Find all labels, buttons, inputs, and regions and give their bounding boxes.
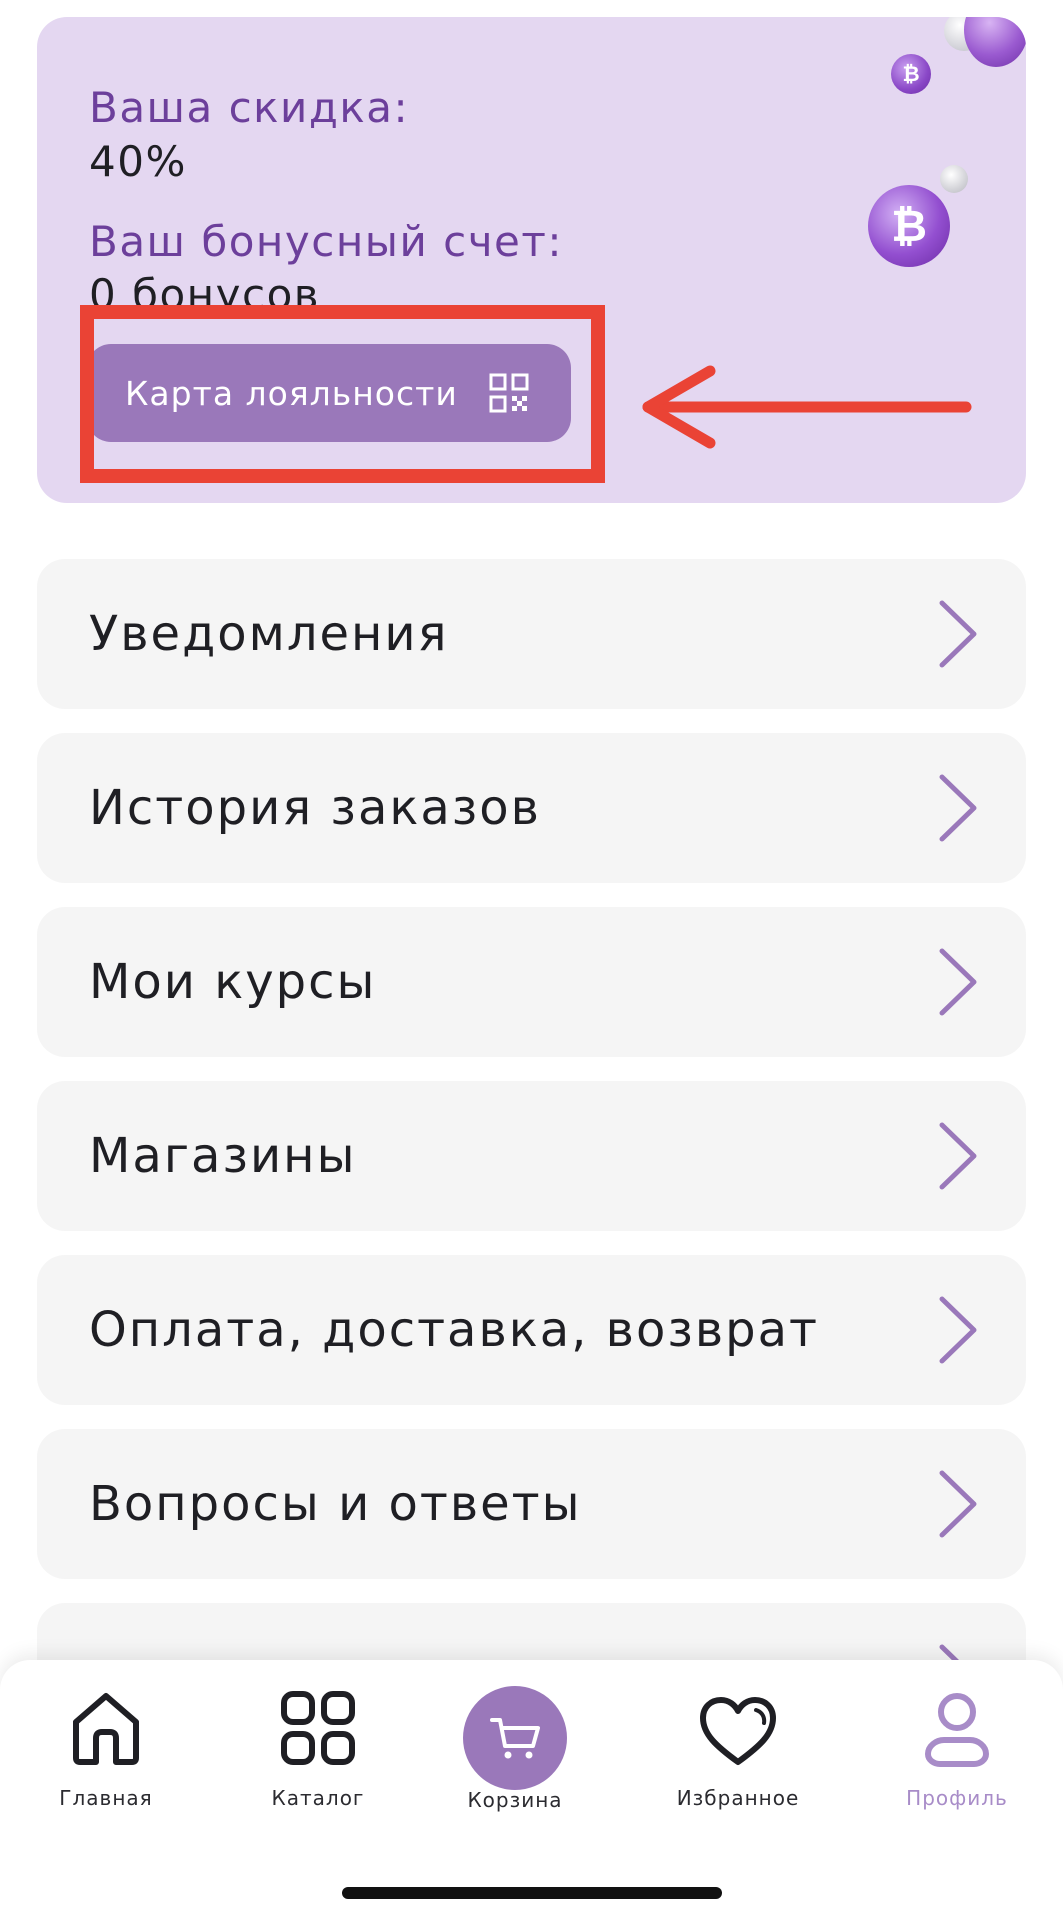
tab-catalog[interactable]: Каталог: [252, 1660, 384, 1830]
bonus-value: 0 бонусов: [89, 270, 321, 319]
menu-item-label: Магазины: [89, 1128, 357, 1184]
home-indicator: [342, 1887, 722, 1899]
menu-item-payment-delivery-return[interactable]: Оплата, доставка, возврат: [37, 1255, 1026, 1405]
menu-item-faq[interactable]: Вопросы и ответы: [37, 1429, 1026, 1579]
annotation-arrow-icon: [642, 365, 972, 449]
menu-item-label: Мои курсы: [89, 954, 377, 1010]
tab-profile[interactable]: Профиль: [890, 1660, 1024, 1830]
chevron-right-icon: [939, 1122, 977, 1190]
menu-item-my-courses[interactable]: Мои курсы: [37, 907, 1026, 1057]
home-icon: [73, 1693, 139, 1765]
profile-icon: [925, 1693, 989, 1767]
chevron-right-icon: [939, 948, 977, 1016]
decorative-sphere-purple: [964, 17, 1026, 67]
menu-item-label: Уведомления: [89, 606, 449, 662]
menu-item-order-history[interactable]: История заказов: [37, 733, 1026, 883]
menu-item-stores[interactable]: Магазины: [37, 1081, 1026, 1231]
menu-item-notifications[interactable]: Уведомления: [37, 559, 1026, 709]
heart-icon: [700, 1697, 776, 1765]
qr-code-icon: [489, 373, 529, 413]
chevron-right-icon: [939, 1296, 977, 1364]
loyalty-card-button[interactable]: Карта лояльности: [87, 344, 571, 442]
tab-home[interactable]: Главная: [40, 1660, 172, 1830]
tab-home-label: Главная: [59, 1786, 153, 1810]
chevron-right-icon: [939, 774, 977, 842]
discount-value: 40%: [89, 137, 187, 186]
cart-icon: [490, 1718, 540, 1759]
tab-favorites[interactable]: Избранное: [668, 1660, 808, 1830]
tab-cart-label: Корзина: [467, 1788, 563, 1812]
decorative-sphere-grey-small: [940, 165, 968, 193]
tab-catalog-label: Каталог: [271, 1786, 365, 1810]
tab-profile-label: Профиль: [906, 1786, 1008, 1810]
bonus-label: Ваш бонусный счет:: [89, 217, 563, 266]
tab-cart[interactable]: Корзина: [448, 1660, 582, 1830]
menu-item-label: Оплата, доставка, возврат: [89, 1302, 819, 1358]
bitcoin-coin-icon: ₿: [868, 185, 950, 267]
tab-favorites-label: Избранное: [676, 1786, 800, 1810]
menu-item-label: История заказов: [89, 780, 541, 836]
loyalty-card-button-label: Карта лояльности: [125, 373, 458, 413]
menu-item-label: Вопросы и ответы: [89, 1476, 582, 1532]
bitcoin-coin-icon: ₿: [891, 54, 931, 94]
discount-label: Ваша скидка:: [89, 83, 410, 132]
chevron-right-icon: [939, 600, 977, 668]
chevron-right-icon: [939, 1470, 977, 1538]
catalog-grid-icon: [281, 1691, 355, 1765]
bottom-tab-bar: Главная Каталог Корзина Избранное Профил…: [0, 1660, 1063, 1920]
